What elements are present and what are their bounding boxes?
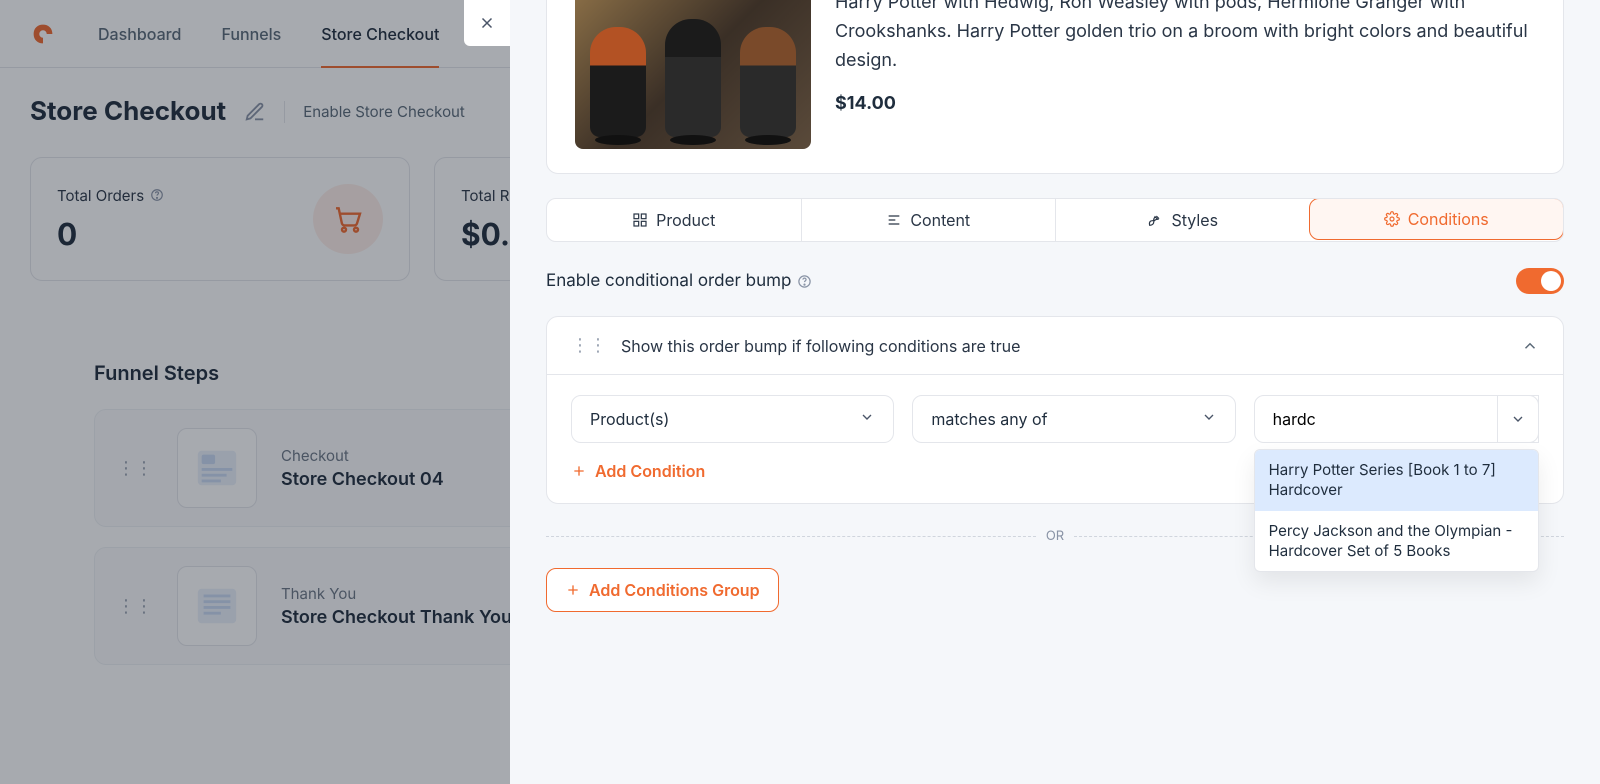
condition-body: Product(s) matches any of xyxy=(547,375,1563,503)
chevron-down-icon xyxy=(859,409,875,425)
value-combobox: Harry Potter Series [Book 1 to 7] Hardco… xyxy=(1254,395,1539,443)
chevron-down-icon xyxy=(1510,411,1526,427)
toggle-label: Enable conditional order bump xyxy=(546,271,812,291)
order-preview-card: Harry Potter with Hedwig, Ron Weasley wi… xyxy=(546,0,1564,174)
field-select[interactable]: Product(s) xyxy=(571,395,894,443)
plus-icon xyxy=(571,463,587,479)
dropdown-toggle[interactable] xyxy=(1497,395,1539,443)
order-price: $14.00 xyxy=(835,93,1535,114)
toggle-row: Enable conditional order bump xyxy=(546,268,1564,294)
lines-icon xyxy=(886,212,902,228)
operator-select[interactable]: matches any of xyxy=(912,395,1235,443)
collapse-button[interactable] xyxy=(1521,337,1539,355)
dropdown-menu: Harry Potter Series [Book 1 to 7] Hardco… xyxy=(1254,449,1539,572)
modal-overlay: Harry Potter with Hedwig, Ron Weasley wi… xyxy=(0,0,1600,784)
gear-icon xyxy=(1384,211,1400,227)
close-button[interactable] xyxy=(464,0,510,46)
add-conditions-group-button[interactable]: Add Conditions Group xyxy=(546,568,779,612)
order-description: Harry Potter with Hedwig, Ron Weasley wi… xyxy=(835,0,1535,75)
brush-icon xyxy=(1147,212,1163,228)
grid-icon xyxy=(632,212,648,228)
add-condition-button[interactable]: Add Condition xyxy=(571,461,705,481)
dropdown-option[interactable]: Percy Jackson and the Olympian - Hardcov… xyxy=(1255,511,1538,572)
plus-icon xyxy=(565,582,581,598)
side-panel: Harry Potter with Hedwig, Ron Weasley wi… xyxy=(510,0,1600,784)
condition-header-text: Show this order bump if following condit… xyxy=(621,336,1020,356)
tab-content[interactable]: Content xyxy=(801,199,1056,241)
condition-card: ⋮⋮ Show this order bump if following con… xyxy=(546,316,1564,504)
close-icon xyxy=(478,14,496,32)
tab-styles[interactable]: Styles xyxy=(1055,199,1310,241)
chevron-up-icon xyxy=(1521,337,1539,355)
tab-product[interactable]: Product xyxy=(547,199,801,241)
dropdown-option[interactable]: Harry Potter Series [Book 1 to 7] Hardco… xyxy=(1255,450,1538,511)
condition-row: Product(s) matches any of xyxy=(571,395,1539,443)
condition-header: ⋮⋮ Show this order bump if following con… xyxy=(547,317,1563,375)
toggle-switch[interactable] xyxy=(1516,268,1564,294)
tab-bar: Product Content Styles Conditions xyxy=(546,198,1564,242)
help-icon xyxy=(797,274,812,289)
chevron-down-icon xyxy=(1201,409,1217,425)
drag-handle-icon[interactable]: ⋮⋮ xyxy=(571,335,607,356)
tab-conditions[interactable]: Conditions xyxy=(1309,198,1565,240)
panel-body: Harry Potter with Hedwig, Ron Weasley wi… xyxy=(510,0,1600,784)
order-image xyxy=(575,0,811,149)
